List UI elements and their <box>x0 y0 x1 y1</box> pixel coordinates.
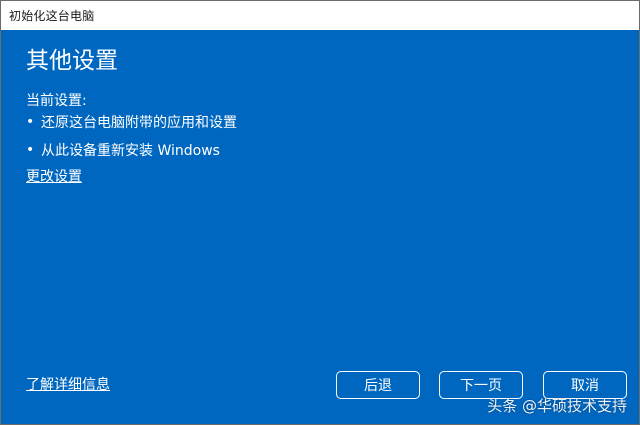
bullet-icon: • <box>26 142 35 158</box>
setting-reinstall-windows: 从此设备重新安装 Windows <box>41 143 220 159</box>
current-settings-label: 当前设置: <box>26 93 87 109</box>
window-title: 初始化这台电脑 <box>9 9 95 23</box>
page-title: 其他设置 <box>26 48 118 74</box>
change-settings-link[interactable]: 更改设置 <box>26 167 82 187</box>
bullet-icon: • <box>26 114 35 130</box>
current-settings-list: • 还原这台电脑附带的应用和设置 • 从此设备重新安装 Windows <box>26 112 237 168</box>
back-button[interactable]: 后退 <box>336 371 420 399</box>
dialog-content: 其他设置 当前设置: • 还原这台电脑附带的应用和设置 • 从此设备重新安装 W… <box>1 30 639 424</box>
title-bar[interactable]: 初始化这台电脑 <box>1 1 639 30</box>
list-item: • 从此设备重新安装 Windows <box>26 140 237 160</box>
setting-restore-apps: 还原这台电脑附带的应用和设置 <box>41 115 237 131</box>
watermark: 头条 @华硕技术支持 <box>487 397 627 415</box>
learn-more-link[interactable]: 了解详细信息 <box>26 375 110 395</box>
list-item: • 还原这台电脑附带的应用和设置 <box>26 112 237 132</box>
setup-dialog: 初始化这台电脑 其他设置 当前设置: • 还原这台电脑附带的应用和设置 • 从此… <box>0 0 640 425</box>
